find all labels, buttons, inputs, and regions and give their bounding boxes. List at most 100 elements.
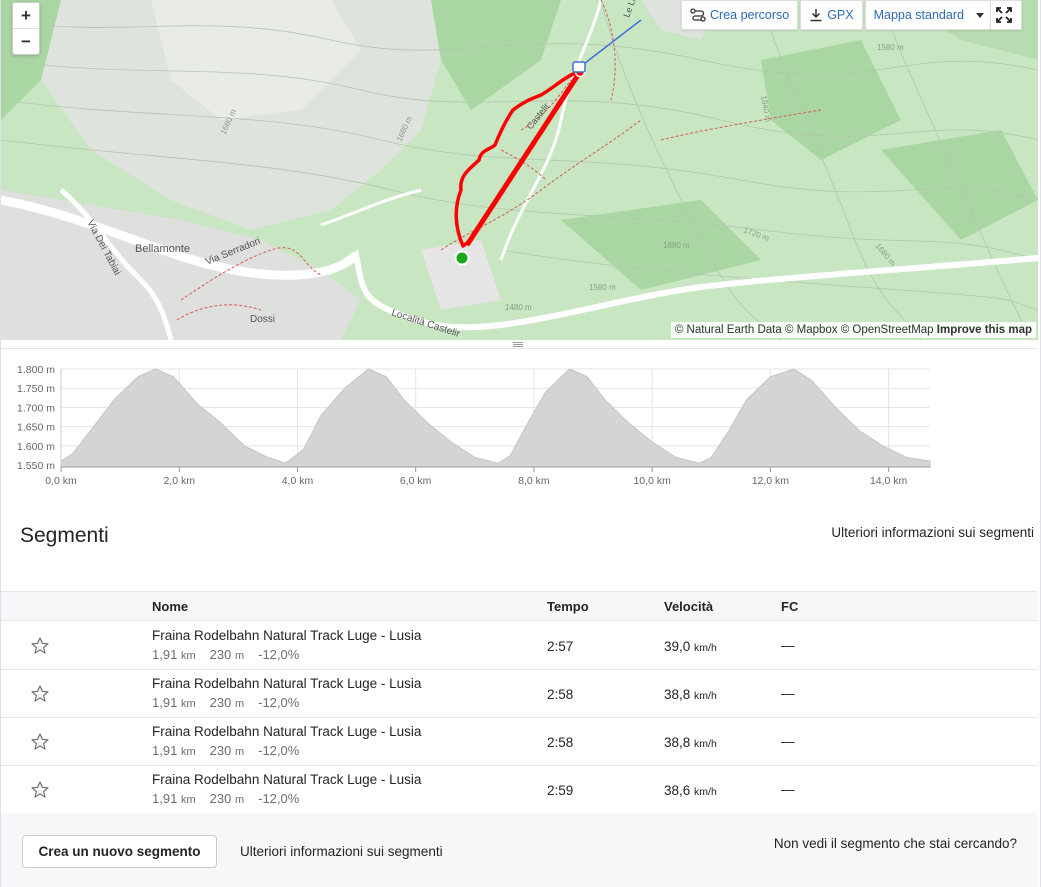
elevation-chart-svg: 1.550 m 1.600 m 1.650 m 1.700 m 1.750 m 1.800…	[17, 364, 931, 487]
segment-name[interactable]: Fraina Rodelbahn Natural Track Luge - Lu…	[152, 676, 421, 691]
segment-meta: 1,91 km 230 m -12,0%	[152, 695, 299, 710]
segment-name[interactable]: Fraina Rodelbahn Natural Track Luge - Lu…	[152, 772, 421, 787]
zoom-out-button[interactable]: −	[13, 28, 39, 53]
route-map[interactable]: Bellamonte Via Serradori Via Dei Tabiai …	[1, 0, 1038, 340]
segment-elevation: 230	[209, 647, 232, 662]
segment-speed: 39,0 km/h	[664, 639, 717, 654]
route-icon	[690, 8, 706, 22]
create-route-button[interactable]: Crea percorso	[681, 0, 799, 30]
star-icon[interactable]	[30, 732, 50, 752]
segment-meta: 1,91 km 230 m -12,0%	[152, 647, 299, 662]
x-tick-label: 12,0 km	[752, 475, 790, 487]
gpx-label: GPX	[827, 8, 854, 22]
segment-speed: 38,8 km/h	[664, 687, 717, 702]
distance-unit: km	[180, 650, 196, 662]
segment-meta: 1,91 km 230 m -12,0%	[152, 791, 299, 806]
speed-value: 38,6	[664, 783, 691, 798]
segments-table-header: Nome Tempo Velocità FC	[1, 591, 1038, 621]
map-label-bellamonte: Bellamonte	[135, 243, 190, 255]
footer-more-info-link[interactable]: Ulteriori informazioni sui segmenti	[240, 844, 443, 859]
star-icon[interactable]	[30, 636, 50, 656]
segments-more-info-link[interactable]: Ulteriori informazioni sui segmenti	[831, 525, 1034, 540]
segment-elevation: 230	[209, 743, 232, 758]
fullscreen-icon	[996, 7, 1012, 23]
segment-time: 2:58	[547, 687, 574, 702]
segment-time: 2:58	[547, 735, 574, 750]
segment-distance: 1,91	[152, 647, 178, 662]
x-tick-label: 2,0 km	[163, 475, 195, 487]
download-icon	[810, 9, 822, 22]
gpx-button[interactable]: GPX	[800, 0, 863, 30]
y-tick-label: 1.750 m	[17, 383, 55, 395]
contour-label: 1680 m	[663, 241, 690, 250]
segment-grade: -12,0%	[258, 695, 300, 710]
x-tick-label: 8,0 km	[518, 475, 550, 487]
table-row[interactable]: Fraina Rodelbahn Natural Track Luge - Lu…	[1, 622, 1038, 670]
segment-hr: —	[781, 782, 795, 797]
map-canvas[interactable]: Bellamonte Via Serradori Via Dei Tabiai …	[1, 0, 1038, 340]
segment-name[interactable]: Fraina Rodelbahn Natural Track Luge - Lu…	[152, 724, 421, 739]
table-row[interactable]: Fraina Rodelbahn Natural Track Luge - Lu…	[1, 718, 1038, 766]
elevation-unit: m	[234, 698, 245, 710]
header-name[interactable]: Nome	[152, 599, 188, 614]
header-hr[interactable]: FC	[781, 599, 798, 614]
fullscreen-button[interactable]	[990, 0, 1022, 30]
segment-name[interactable]: Fraina Rodelbahn Natural Track Luge - Lu…	[152, 628, 421, 643]
y-tick-label: 1.600 m	[17, 441, 55, 453]
star-icon[interactable]	[30, 684, 50, 704]
x-tick-label: 10,0 km	[633, 475, 671, 487]
table-row[interactable]: Fraina Rodelbahn Natural Track Luge - Lu…	[1, 670, 1038, 718]
y-tick-label: 1.800 m	[17, 364, 55, 376]
map-label-dossi: Dossi	[250, 314, 275, 325]
speed-unit: km/h	[694, 690, 717, 702]
activity-page: Bellamonte Via Serradori Via Dei Tabiai …	[0, 0, 1041, 887]
contour-label: 1480 m	[505, 303, 532, 312]
x-tick-label: 14,0 km	[870, 475, 908, 487]
segment-hr: —	[781, 638, 795, 653]
speed-unit: km/h	[694, 786, 717, 798]
missing-segment-link[interactable]: Non vedi il segmento che stai cercando?	[774, 836, 1017, 851]
map-type-label: Mappa standard	[873, 8, 964, 22]
speed-value: 38,8	[664, 735, 691, 750]
segment-time: 2:57	[547, 639, 574, 654]
speed-unit: km/h	[694, 642, 717, 654]
map-attribution: © Natural Earth Data © Mapbox © OpenStre…	[670, 322, 1036, 338]
x-tick-label: 0,0 km	[45, 475, 77, 487]
segment-grade: -12,0%	[258, 791, 300, 806]
segment-elevation: 230	[209, 791, 232, 806]
contour-label: 1580 m	[589, 283, 616, 292]
segments-footer: Crea un nuovo segmento Ulteriori informa…	[1, 813, 1038, 887]
segment-elevation: 230	[209, 695, 232, 710]
segment-speed: 38,8 km/h	[664, 735, 717, 750]
header-time[interactable]: Tempo	[547, 599, 589, 614]
distance-unit: km	[180, 698, 196, 710]
segment-speed: 38,6 km/h	[664, 783, 717, 798]
elevation-chart[interactable]: 1.550 m 1.600 m 1.650 m 1.700 m 1.750 m 1.800…	[1, 355, 1038, 500]
segment-distance: 1,91	[152, 791, 178, 806]
improve-map-link[interactable]: Improve this map	[937, 324, 1032, 336]
segment-time: 2:59	[547, 783, 574, 798]
zoom-in-button[interactable]: +	[13, 3, 39, 28]
segment-meta: 1,91 km 230 m -12,0%	[152, 743, 299, 758]
map-type-select[interactable]: Mappa standard	[864, 0, 993, 30]
segments-title: Segmenti	[20, 524, 109, 547]
table-row[interactable]: Fraina Rodelbahn Natural Track Luge - Lu…	[1, 766, 1038, 814]
map-resize-handle[interactable]	[1, 340, 1038, 349]
create-route-label: Crea percorso	[710, 8, 790, 22]
x-tick-label: 6,0 km	[400, 475, 432, 487]
y-tick-label: 1.550 m	[17, 460, 55, 472]
speed-value: 38,8	[664, 687, 691, 702]
elevation-area	[60, 368, 931, 468]
x-tick-label: 4,0 km	[282, 475, 314, 487]
y-tick-label: 1.700 m	[17, 402, 55, 414]
zoom-controls: + −	[12, 2, 40, 55]
segment-grade: -12,0%	[258, 743, 300, 758]
segment-hr: —	[781, 686, 795, 701]
create-segment-button[interactable]: Crea un nuovo segmento	[22, 835, 217, 868]
attribution-text: © Natural Earth Data © Mapbox © OpenStre…	[674, 324, 934, 336]
segment-distance: 1,91	[152, 695, 178, 710]
distance-unit: km	[180, 794, 196, 806]
header-speed[interactable]: Velocità	[664, 599, 713, 614]
segment-distance: 1,91	[152, 743, 178, 758]
star-icon[interactable]	[30, 780, 50, 800]
